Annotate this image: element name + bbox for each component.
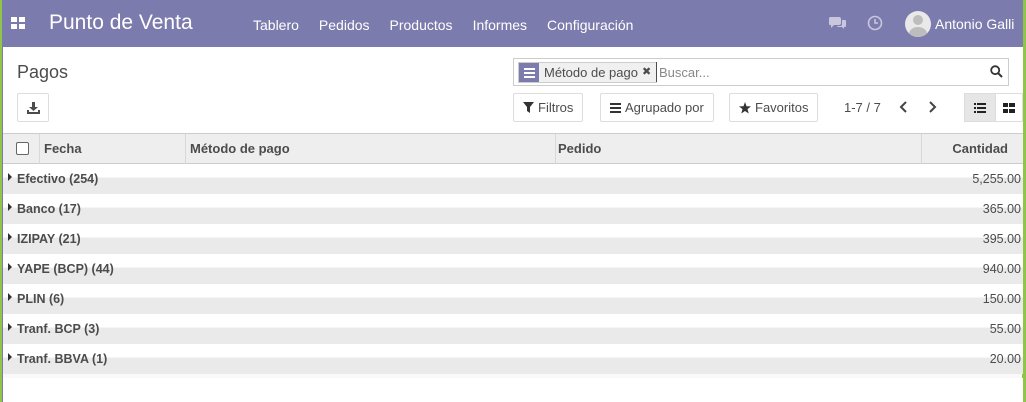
search-facet: Método de pago ✖ <box>518 62 657 83</box>
menu-item-configuracion[interactable]: Configuración <box>537 17 643 33</box>
chevron-right-icon[interactable] <box>927 100 941 116</box>
group-row[interactable]: IZIPAY (21) 395.00 <box>3 224 1023 254</box>
group-row-band <box>3 327 1023 344</box>
group-label: Tranf. BCP (3) <box>17 322 100 336</box>
facet-value: Método de pago <box>544 65 638 80</box>
list-view-icon <box>974 102 986 113</box>
kanban-view-button[interactable] <box>995 93 1023 122</box>
header-pedido[interactable]: Pedido <box>558 134 601 164</box>
group-row[interactable]: Tranf. BCP (3) 55.00 <box>3 314 1023 344</box>
header-fecha[interactable]: Fecha <box>44 134 82 164</box>
list-icon <box>610 102 621 113</box>
caret-right-icon[interactable] <box>8 233 12 241</box>
group-row[interactable]: PLIN (6) 150.00 <box>3 284 1023 314</box>
main-menu: Tablero Pedidos Productos Informes Confi… <box>243 17 643 33</box>
search-input[interactable] <box>656 62 976 82</box>
chevron-left-icon[interactable] <box>899 100 913 116</box>
group-label: Efectivo (254) <box>17 172 99 186</box>
group-by-facet-icon <box>519 63 539 82</box>
groupby-button[interactable]: Agrupado por <box>600 93 714 122</box>
group-amount: 5,255.00 <box>972 172 1021 186</box>
group-label: IZIPAY (21) <box>17 232 81 246</box>
group-row[interactable]: Tranf. BBVA (1) 20.00 <box>3 344 1023 374</box>
list-view-button[interactable] <box>964 93 996 122</box>
clock-icon[interactable] <box>867 15 883 31</box>
group-row-band <box>3 177 1023 194</box>
caret-right-icon[interactable] <box>8 173 12 181</box>
filters-button[interactable]: Filtros <box>513 93 584 122</box>
group-amount: 395.00 <box>982 232 1021 246</box>
breadcrumb: Pagos <box>17 62 69 82</box>
caret-right-icon[interactable] <box>8 353 12 361</box>
group-row[interactable]: YAPE (BCP) (44) 940.00 <box>3 254 1023 284</box>
group-row[interactable]: Banco (17) 365.00 <box>3 194 1023 224</box>
menu-item-productos[interactable]: Productos <box>380 17 463 33</box>
avatar <box>905 11 931 37</box>
table-header: Fecha Método de pago Pedido Cantidad <box>3 134 1023 164</box>
chat-icon[interactable] <box>829 15 847 31</box>
group-label: Tranf. BBVA (1) <box>17 352 108 366</box>
menu-item-tablero[interactable]: Tablero <box>243 17 309 33</box>
systray <box>829 15 883 31</box>
filter-icon <box>523 102 534 113</box>
group-rows: Efectivo (254) 5,255.00 Banco (17) 365.00 IZ… <box>3 164 1023 374</box>
pager-value[interactable]: 1-7 / 7 <box>844 100 881 115</box>
search-box: Método de pago ✖ <box>513 58 1009 86</box>
group-amount: 55.00 <box>989 322 1021 336</box>
group-label: YAPE (BCP) (44) <box>17 262 114 276</box>
control-panel: Pagos Método de pago ✖ Buscar... Filtros… <box>3 47 1023 134</box>
apps-icon[interactable] <box>11 17 25 29</box>
group-amount: 150.00 <box>982 292 1021 306</box>
group-row-band <box>3 207 1023 224</box>
top-navbar: Punto de Venta Tablero Pedidos Productos… <box>3 0 1023 47</box>
groupby-label: Agrupado por <box>625 100 704 115</box>
group-label: Banco (17) <box>17 202 81 216</box>
favorites-button[interactable]: Favoritos <box>729 93 819 122</box>
search-icon[interactable] <box>990 65 1003 81</box>
user-menu[interactable]: Antonio Galli <box>905 11 1014 37</box>
filters-label: Filtros <box>538 100 574 115</box>
group-row-band <box>3 297 1023 314</box>
group-row[interactable]: Efectivo (254) 5,255.00 <box>3 164 1023 194</box>
user-name: Antonio Galli <box>935 16 1015 32</box>
app-title: Punto de Venta <box>49 11 193 34</box>
header-cantidad[interactable]: Cantidad <box>952 134 1008 164</box>
group-amount: 365.00 <box>982 202 1021 216</box>
menu-item-informes[interactable]: Informes <box>463 17 537 33</box>
header-metodo-de-pago[interactable]: Método de pago <box>190 134 290 164</box>
caret-right-icon[interactable] <box>8 293 12 301</box>
group-row-band <box>3 267 1023 284</box>
caret-right-icon[interactable] <box>8 323 12 331</box>
list-table: Fecha Método de pago Pedido Cantidad Efe… <box>3 134 1023 374</box>
star-icon <box>739 101 751 113</box>
download-button[interactable] <box>17 93 49 122</box>
favorites-label: Favoritos <box>755 100 809 115</box>
select-all-checkbox[interactable] <box>16 142 29 155</box>
facet-remove-icon[interactable]: ✖ <box>642 63 656 82</box>
kanban-view-icon <box>1003 102 1015 113</box>
group-label: PLIN (6) <box>17 292 65 306</box>
group-amount: 20.00 <box>989 352 1021 366</box>
caret-right-icon[interactable] <box>8 203 12 211</box>
group-amount: 940.00 <box>982 262 1021 276</box>
group-row-band <box>3 357 1023 374</box>
app-frame: Punto de Venta Tablero Pedidos Productos… <box>2 0 1023 402</box>
menu-item-pedidos[interactable]: Pedidos <box>309 17 380 33</box>
group-row-band <box>3 237 1023 254</box>
bottom-spacer <box>3 378 1023 402</box>
caret-right-icon[interactable] <box>8 263 12 271</box>
download-icon <box>26 101 40 114</box>
